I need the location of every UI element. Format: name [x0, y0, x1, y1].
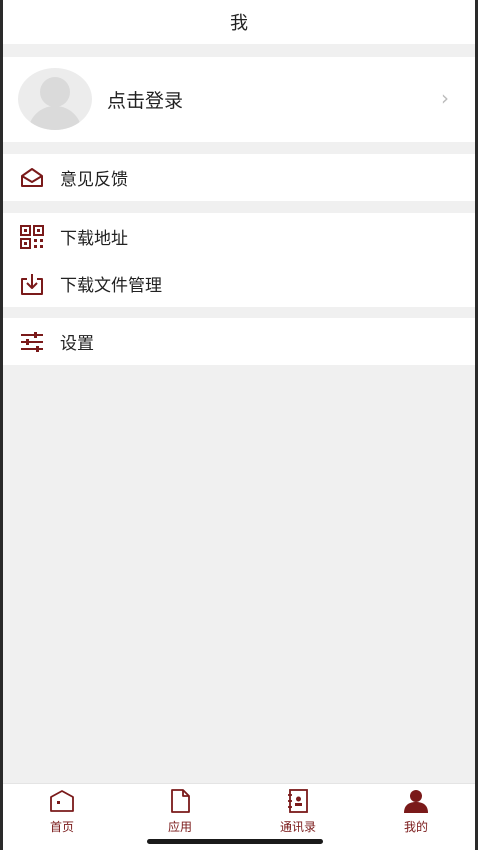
profile-login-row[interactable]: 点击登录 ›: [3, 57, 475, 142]
tab-label-me: 我的: [403, 820, 428, 834]
settings-group: 设置: [3, 318, 475, 365]
tab-contacts[interactable]: 通讯录: [239, 788, 357, 838]
menu-item-download-manager[interactable]: 下载文件管理: [3, 260, 475, 307]
menu-item-download-address[interactable]: 下载地址: [3, 213, 475, 260]
phone-screen: 我 点击登录 › 意见反馈 下载地址 下载文件管理 设置 首页 应用 通讯录 我…: [3, 0, 475, 850]
tab-me[interactable]: 我的: [357, 788, 475, 838]
user-icon: [403, 788, 429, 814]
login-text: 点击登录: [107, 90, 184, 112]
menu-label-download-manager: 下载文件管理: [60, 276, 162, 296]
tab-label-home: 首页: [49, 820, 74, 834]
tab-label-contacts: 通讯录: [279, 820, 316, 834]
avatar-body: [28, 106, 82, 130]
menu-label-settings: 设置: [60, 334, 94, 354]
page-title: 我: [230, 13, 248, 34]
tab-home[interactable]: 首页: [3, 788, 121, 838]
feedback-group: 意见反馈: [3, 154, 475, 201]
tab-apps[interactable]: 应用: [121, 788, 239, 838]
download-group: 下载地址 下载文件管理: [3, 213, 475, 307]
tab-label-apps: 应用: [167, 820, 192, 834]
menu-item-settings[interactable]: 设置: [3, 318, 475, 365]
menu-item-feedback[interactable]: 意见反馈: [3, 154, 475, 201]
chevron-right-icon: ›: [441, 86, 449, 110]
top-nav-bar: 我: [3, 0, 475, 44]
sliders-icon: [19, 329, 45, 355]
home-icon: [49, 788, 75, 814]
contacts-book-icon: [285, 788, 311, 814]
avatar-head: [40, 77, 70, 107]
document-icon: [167, 788, 193, 814]
avatar: [18, 68, 92, 130]
menu-label-download-address: 下载地址: [60, 229, 128, 249]
home-indicator: [147, 839, 323, 844]
download-tray-icon: [19, 271, 45, 297]
qr-code-icon: [19, 224, 45, 250]
menu-label-feedback: 意见反馈: [60, 170, 128, 190]
mail-open-icon: [19, 165, 45, 191]
